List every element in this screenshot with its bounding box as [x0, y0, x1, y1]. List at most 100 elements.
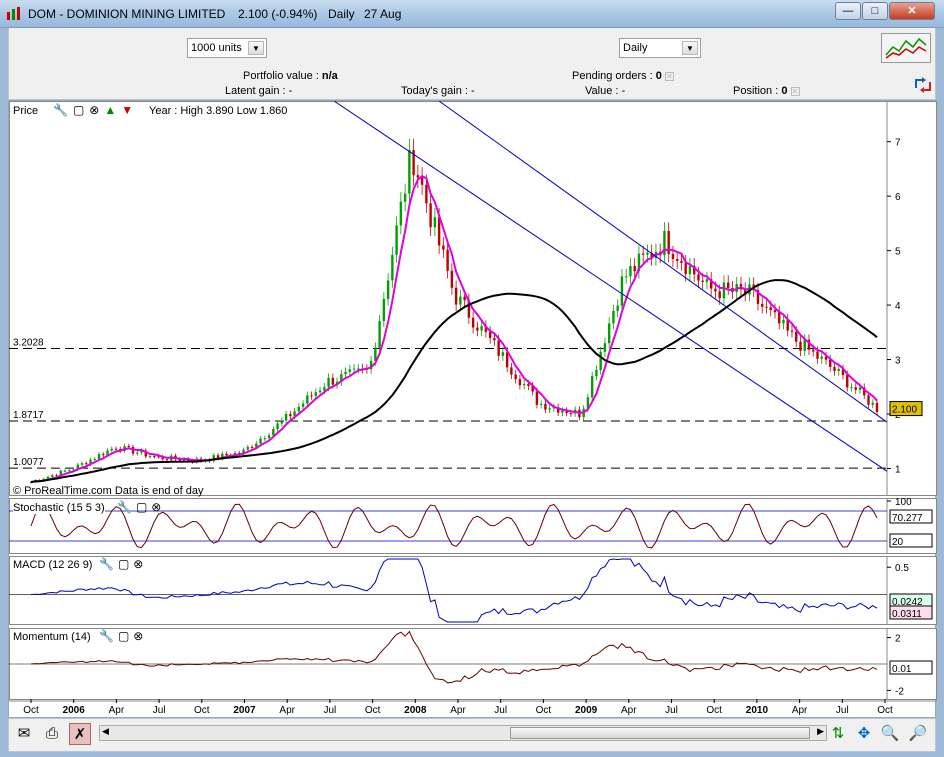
title-bar: DOM - DOMINION MINING LIMITED 2.100 (-0.…	[0, 0, 944, 28]
zoom-in-icon[interactable]: 🔎	[907, 723, 929, 745]
app-window: DOM - DOMINION MINING LIMITED 2.100 (-0.…	[0, 0, 944, 757]
maximize-button[interactable]: □	[862, 2, 888, 20]
arrow-up-icon[interactable]: ▲	[104, 103, 121, 117]
interval-select[interactable]: Daily ▼	[619, 38, 701, 58]
candle-body	[408, 149, 411, 194]
mail-icon[interactable]: ✉	[13, 723, 35, 745]
candle-body	[391, 254, 394, 281]
candle-body	[769, 307, 772, 311]
chart-svg[interactable]: 1 2 3 4 5 6 7 3.2028 1.8717 1.0077 2.100 100 70.277…	[9, 100, 937, 719]
candle-body	[858, 387, 862, 390]
window-icon[interactable]: ▢	[118, 557, 133, 571]
scroll-left-icon[interactable]: ◀	[102, 726, 109, 737]
candle-body	[493, 338, 496, 341]
candle-body	[501, 352, 505, 356]
candle-body	[382, 298, 386, 322]
chart-area[interactable]: 1 2 3 4 5 6 7 3.2028 1.8717 1.0077 2.100 100 70.277…	[8, 100, 937, 719]
candle-body	[603, 343, 607, 352]
price-panel[interactable]: 12345673.20281.87171.00772.100	[9, 100, 937, 496]
candle-body	[675, 259, 679, 261]
chevron-down-icon[interactable]: ▼	[682, 41, 698, 55]
candle-body	[799, 341, 802, 351]
print-icon[interactable]: ⎙	[41, 723, 63, 745]
price-badge-label: 2.100	[892, 405, 917, 416]
momentum-panel[interactable]: 2 -2 0.01	[9, 628, 937, 700]
close-icon[interactable]: ⊗	[133, 629, 147, 643]
close-button[interactable]: ✕	[889, 2, 935, 20]
close-icon[interactable]: ⊗	[151, 500, 165, 514]
x-tick-label: Oct	[877, 705, 893, 716]
wrench-icon[interactable]: 🔧	[99, 629, 118, 643]
clear-icon[interactable]: ✕	[664, 71, 674, 81]
window-icon[interactable]: ▢	[136, 500, 151, 514]
value-value: -	[621, 85, 626, 97]
zoom-out-icon[interactable]: 🔍	[879, 723, 901, 745]
candle-body	[761, 303, 764, 307]
close-icon[interactable]: ⊗	[133, 557, 147, 571]
candle-body	[871, 402, 874, 405]
candle-body	[786, 319, 789, 331]
candle-body	[85, 463, 88, 465]
candle-body	[403, 193, 407, 202]
candle-body	[276, 423, 279, 430]
candle-body	[816, 351, 819, 359]
candle-body	[820, 356, 823, 359]
wrench-icon[interactable]: 🔧	[117, 500, 136, 514]
auto-scale-icon[interactable]: ⇅	[827, 723, 849, 745]
window-title: DOM - DOMINION MINING LIMITED	[28, 7, 226, 21]
pending-label: Pending orders :	[572, 70, 653, 82]
window-icon[interactable]: ▢	[118, 629, 133, 643]
candle-body	[267, 435, 271, 439]
candle-body	[63, 470, 67, 472]
toolbar: 1000 units ▼ Daily ▼	[8, 28, 936, 68]
candle-body	[471, 317, 475, 328]
wrench-icon[interactable]: 🔧	[53, 103, 73, 117]
today-value: -	[470, 85, 475, 97]
y-tick-label: 2	[895, 634, 901, 645]
delete-drawing-icon[interactable]: ✗	[69, 723, 91, 745]
macd-panel[interactable]: 0.50.02420.0311	[9, 556, 937, 625]
candle-body	[148, 456, 152, 458]
scroll-thumb[interactable]	[510, 727, 810, 739]
clear-icon[interactable]: ✕	[790, 86, 800, 96]
fit-icon[interactable]: ✥	[853, 723, 875, 745]
x-tick-label: 2010	[746, 705, 769, 716]
units-select[interactable]: 1000 units ▼	[187, 38, 267, 58]
reference-label: 1.0077	[13, 457, 44, 468]
swap-arrows-icon[interactable]	[913, 76, 933, 94]
chart-tools-icon[interactable]	[881, 33, 931, 63]
candle-body	[284, 414, 288, 421]
momentum-readout-badge-label: 0.01	[892, 664, 912, 675]
candle-body	[727, 282, 730, 288]
window-icon[interactable]: ▢	[73, 103, 89, 117]
horizontal-scrollbar[interactable]: ◀ ▶	[99, 725, 827, 741]
candle-body	[310, 395, 313, 397]
year-range: Year : High 3.890 Low 1.860	[149, 105, 288, 117]
close-icon[interactable]: ⊗	[89, 103, 104, 117]
candle-body	[595, 369, 598, 377]
wrench-icon[interactable]: 🔧	[99, 557, 118, 571]
candle-body	[97, 454, 101, 459]
stochastic-readout2-badge-label: 20	[892, 537, 904, 548]
candle-body	[314, 392, 318, 396]
candle-body	[136, 452, 139, 454]
candle-body	[522, 384, 526, 386]
candle-body	[701, 280, 704, 282]
copyright-note: © ProRealTime.com Data is end of day	[13, 485, 204, 497]
x-tick-label: 2009	[575, 705, 598, 716]
chevron-down-icon[interactable]: ▼	[248, 41, 264, 55]
candle-body	[437, 217, 441, 246]
x-tick-label: Apr	[450, 705, 466, 716]
value-label: Value :	[585, 85, 619, 97]
candle-body	[612, 310, 615, 324]
arrow-down-icon[interactable]: ▼	[121, 103, 138, 117]
price-panel-tools: 🔧▢⊗▲▼	[53, 103, 138, 117]
x-tick-label: Apr	[792, 705, 808, 716]
latent-label: Latent gain :	[225, 85, 286, 97]
title-date: 27 Aug	[364, 7, 402, 21]
scroll-right-icon[interactable]: ▶	[817, 726, 824, 737]
candle-body	[505, 352, 509, 368]
candle-body	[875, 402, 879, 412]
minimize-button[interactable]: —	[835, 2, 861, 20]
candle-body	[250, 447, 254, 449]
